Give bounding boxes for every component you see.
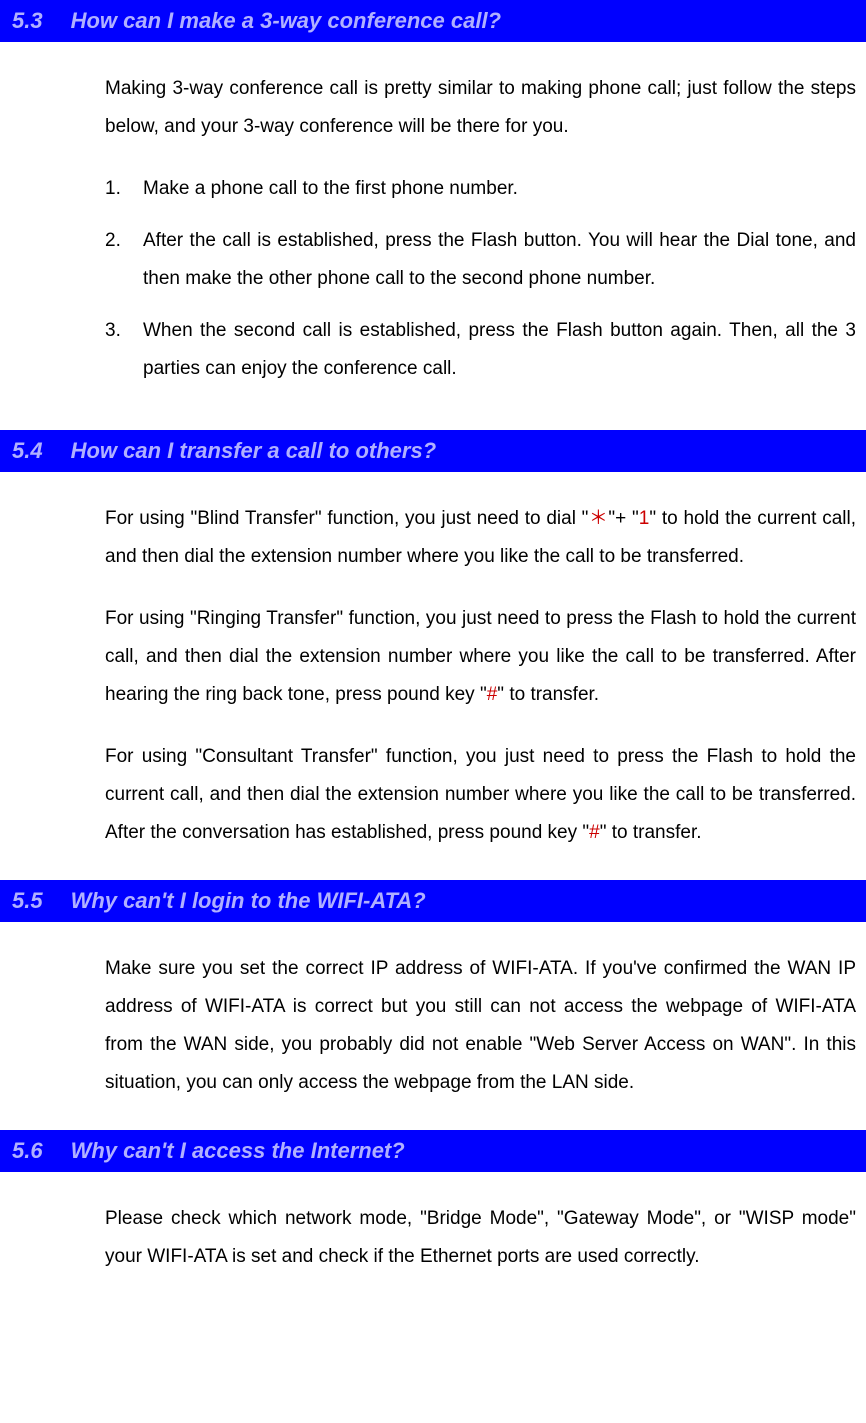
step-item: After the call is established, press the… <box>105 222 856 298</box>
section-header-5-6: 5.6 Why can't I access the Internet? <box>0 1130 866 1172</box>
section-title: How can I transfer a call to others? <box>71 438 437 463</box>
section-title: Why can't I access the Internet? <box>71 1138 405 1163</box>
section-title: Why can't I login to the WIFI-ATA? <box>71 888 426 913</box>
one-key: 1 <box>639 508 650 529</box>
section-number: 5.3 <box>12 8 43 33</box>
section-content-5-4: For using "Blind Transfer" function, you… <box>0 472 866 880</box>
intro-paragraph: Making 3-way conference call is pretty s… <box>105 70 856 146</box>
section-number: 5.5 <box>12 888 43 913</box>
pound-key: # <box>487 684 498 705</box>
section-header-5-3: 5.3 How can I make a 3-way conference cal… <box>0 0 866 42</box>
section-title: How can I make a 3-way conference call? <box>71 8 501 33</box>
ringing-transfer-paragraph: For using "Ringing Transfer" function, y… <box>105 600 856 714</box>
step-item: Make a phone call to the first phone num… <box>105 170 856 208</box>
section-number: 5.6 <box>12 1138 43 1163</box>
section-content-5-3: Making 3-way conference call is pretty s… <box>0 42 866 430</box>
section-content-5-6: Please check which network mode, "Bridge… <box>0 1172 866 1304</box>
login-paragraph: Make sure you set the correct IP address… <box>105 950 856 1102</box>
section-content-5-5: Make sure you set the correct IP address… <box>0 922 866 1130</box>
steps-list: Make a phone call to the first phone num… <box>105 170 856 388</box>
pound-key: # <box>589 822 600 843</box>
section-header-5-4: 5.4 How can I transfer a call to others? <box>0 430 866 472</box>
step-item: When the second call is established, pre… <box>105 312 856 388</box>
section-header-5-5: 5.5 Why can't I login to the WIFI-ATA? <box>0 880 866 922</box>
blind-transfer-paragraph: For using "Blind Transfer" function, you… <box>105 500 856 576</box>
internet-paragraph: Please check which network mode, "Bridge… <box>105 1200 856 1276</box>
consultant-transfer-paragraph: For using "Consultant Transfer" function… <box>105 738 856 852</box>
section-number: 5.4 <box>12 438 43 463</box>
star-key: ＊ <box>588 508 608 529</box>
